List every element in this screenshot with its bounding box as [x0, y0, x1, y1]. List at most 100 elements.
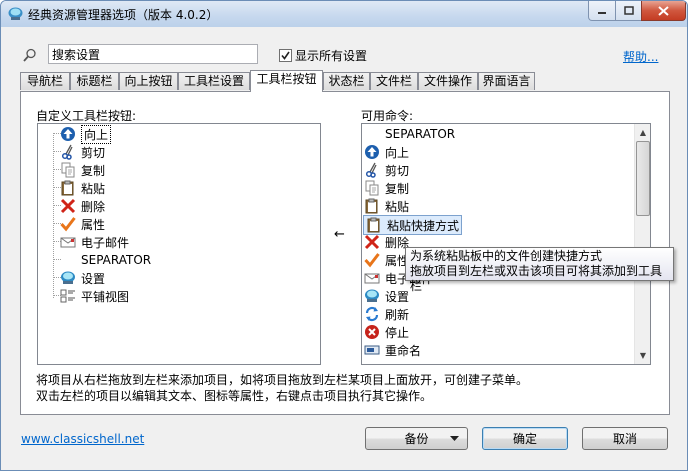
tab-language[interactable]: 界面语言 — [478, 72, 535, 90]
tooltip-line-1: 为系统粘贴板中的文件创建快捷方式 — [410, 249, 603, 263]
custom-toolbar-tree[interactable]: 向上 剪切 复制 粘贴 删除 属性 电子邮件 SEPARATOR 设置 平铺视图 — [37, 123, 321, 365]
command-item-label: 停止 — [385, 325, 410, 340]
email-icon — [60, 237, 76, 248]
tab-label: 文件操作 — [423, 74, 472, 88]
minimize-icon — [598, 11, 606, 14]
command-item-separator[interactable]: SEPARATOR — [364, 125, 455, 143]
tab-navigation-bar[interactable]: 导航栏 — [20, 72, 70, 90]
email-icon — [364, 273, 380, 284]
cancel-button[interactable]: 取消 — [582, 427, 668, 450]
tree-item-up[interactable]: 向上 — [60, 124, 112, 144]
tab-file-pane[interactable]: 文件栏 — [370, 72, 418, 90]
stop-icon — [365, 325, 379, 339]
tab-label: 状态栏 — [328, 74, 365, 88]
command-item-label: 刷新 — [385, 307, 410, 322]
checkmark-icon — [60, 217, 76, 232]
scissors-icon — [365, 162, 377, 178]
tree-item-label: 平铺视图 — [81, 289, 130, 304]
backup-button[interactable]: 备份 — [365, 427, 468, 450]
tab-title-bar[interactable]: 标题栏 — [70, 72, 119, 90]
tab-label: 界面语言 — [482, 74, 531, 88]
command-item-properties[interactable]: 属性 — [364, 251, 409, 269]
tooltip: 为系统粘贴板中的文件创建快捷方式 拖放项目到左栏或双击该项目可将其添加到工具栏 — [405, 247, 674, 293]
tab-label: 导航栏 — [26, 74, 63, 88]
left-list-label: 自定义工具栏按钮: — [36, 109, 137, 123]
command-item-stop[interactable]: 停止 — [364, 323, 409, 341]
scroll-down-button[interactable]: ▼ — [636, 348, 650, 363]
command-item-copy[interactable]: 复制 — [364, 179, 409, 197]
tree-item-cut[interactable]: 剪切 — [60, 143, 105, 161]
command-item-refresh[interactable]: 刷新 — [364, 305, 409, 323]
search-input[interactable] — [48, 44, 258, 64]
minimize-button[interactable] — [588, 1, 616, 21]
available-commands-list[interactable]: SEPARATOR 向上 剪切 复制 粘贴 粘贴快捷方式 删除 属性 设置 刷新… — [361, 123, 651, 365]
tree-item-paste[interactable]: 粘贴 — [60, 179, 105, 197]
show-all-checkbox[interactable] — [279, 49, 292, 62]
tree-item-separator[interactable]: SEPARATOR — [60, 251, 151, 269]
tree-item-label: SEPARATOR — [81, 253, 152, 267]
command-item-paste-shortcut[interactable]: 粘贴快捷方式 — [363, 215, 463, 235]
tab-toolbar-buttons[interactable]: 工具栏按钮 — [250, 70, 323, 92]
scissors-icon — [61, 144, 73, 160]
backup-label: 备份 — [404, 432, 429, 446]
command-item-label: 复制 — [385, 181, 410, 196]
tab-up-button[interactable]: 向上按钮 — [119, 72, 178, 90]
shell-icon — [365, 289, 379, 302]
tree-item-properties[interactable]: 属性 — [60, 215, 105, 233]
tree-item-label: 向上 — [81, 124, 112, 144]
scroll-up-button[interactable]: ▲ — [636, 125, 650, 140]
tree-item-email[interactable]: 电子邮件 — [60, 233, 129, 251]
ok-label: 确定 — [512, 432, 537, 446]
tree-item-label: 复制 — [81, 163, 106, 178]
tooltip-line-2: 拖放项目到左栏或双击该项目可将其添加到工具栏 — [410, 264, 663, 293]
up-arrow-icon — [365, 145, 379, 159]
show-all-label[interactable]: 显示所有设置 — [295, 47, 367, 64]
window-title: 经典资源管理器选项（版本 4.0.2） — [28, 8, 219, 22]
vertical-scrollbar[interactable]: ▲ ▼ — [634, 124, 650, 364]
add-arrow-glyph: ← — [334, 227, 345, 242]
scroll-thumb[interactable] — [636, 141, 650, 216]
tab-label: 工具栏设置 — [183, 74, 244, 88]
help-link[interactable]: 帮助... — [623, 48, 658, 65]
tree-item-delete[interactable]: 删除 — [60, 197, 105, 215]
checkmark-icon — [281, 51, 290, 60]
blank-icon — [364, 126, 380, 142]
copy-icon — [61, 162, 75, 178]
tab-label: 标题栏 — [76, 74, 113, 88]
tree-item-label: 剪切 — [81, 145, 106, 160]
shell-icon — [61, 271, 75, 284]
dropdown-arrow-icon — [450, 436, 459, 441]
title-bar[interactable]: 经典资源管理器选项（版本 4.0.2） — [1, 1, 687, 27]
close-button[interactable] — [641, 1, 686, 21]
maximize-button[interactable] — [615, 1, 642, 21]
tab-file-operations[interactable]: 文件操作 — [418, 72, 478, 90]
close-icon — [658, 5, 669, 16]
command-item-delete[interactable]: 删除 — [364, 233, 409, 251]
website-link[interactable]: www.classicshell.net — [21, 432, 144, 446]
paste-icon — [61, 180, 74, 196]
tree-item-settings[interactable]: 设置 — [60, 269, 105, 287]
command-item-settings[interactable]: 设置 — [364, 287, 409, 305]
maximize-icon — [623, 6, 634, 15]
tile-view-icon — [60, 289, 75, 303]
command-item-label: 粘贴快捷方式 — [387, 218, 460, 233]
tab-label: 工具栏按钮 — [256, 72, 317, 86]
paste-icon — [365, 198, 378, 214]
command-item-cut[interactable]: 剪切 — [364, 161, 409, 179]
tree-item-copy[interactable]: 复制 — [60, 161, 105, 179]
tab-toolbar-settings[interactable]: 工具栏设置 — [178, 72, 250, 90]
command-item-up[interactable]: 向上 — [364, 143, 409, 161]
command-item-label: 重命名 — [385, 343, 422, 358]
paste-shortcut-icon — [367, 217, 380, 233]
ok-button[interactable]: 确定 — [482, 427, 568, 450]
tab-status-bar[interactable]: 状态栏 — [323, 72, 370, 90]
command-item-rename[interactable]: 重命名 — [364, 341, 421, 359]
command-item-label: SEPARATOR — [385, 127, 456, 141]
delete-x-icon — [364, 234, 380, 250]
tab-label: 文件栏 — [375, 74, 412, 88]
command-item-paste[interactable]: 粘贴 — [364, 197, 409, 215]
command-item-label: 向上 — [385, 145, 410, 160]
tree-item-tile-view[interactable]: 平铺视图 — [60, 287, 129, 305]
up-arrow-icon — [61, 127, 75, 141]
checkmark-icon — [364, 253, 380, 268]
